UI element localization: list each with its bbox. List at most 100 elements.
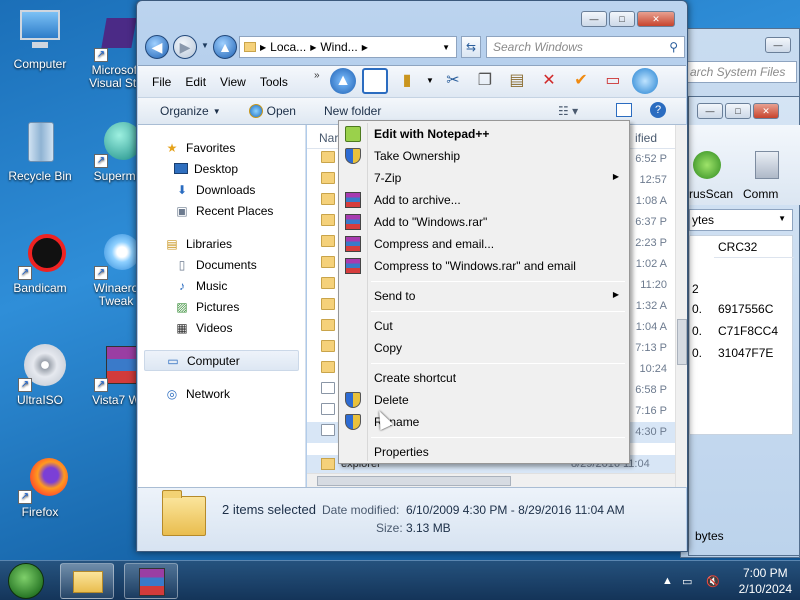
folder-icon bbox=[321, 235, 335, 247]
nav-recent-places[interactable]: ▣ Recent Places bbox=[138, 200, 305, 221]
nav-downloads[interactable]: ⬇ Downloads bbox=[138, 179, 305, 200]
breadcrumb-windows[interactable]: Wind... bbox=[320, 40, 357, 54]
background-window-checksum[interactable]: — □ ✕ rusScan Comm ytes ▼ CRC32 2 0. 0. … bbox=[688, 96, 800, 556]
desktop-icon-recycle-bin[interactable]: Recycle Bin bbox=[0, 120, 80, 183]
view-options-icon[interactable]: ☷ ▾ bbox=[558, 104, 578, 118]
copy-icon[interactable]: ❐ bbox=[472, 68, 498, 94]
up-button[interactable]: ▲ bbox=[213, 35, 237, 59]
forward-button[interactable]: ▶ bbox=[173, 35, 197, 59]
virusscan-icon[interactable] bbox=[693, 151, 721, 179]
paste-icon[interactable]: ▤ bbox=[504, 68, 530, 94]
folder-options-icon[interactable]: ▮ bbox=[394, 68, 420, 94]
menu-item-take-ownership[interactable]: Take Ownership bbox=[341, 145, 627, 167]
taskbar-explorer-button[interactable] bbox=[60, 563, 114, 599]
crc32-column-header[interactable]: CRC32 bbox=[714, 236, 794, 258]
menu-item-label: Properties bbox=[374, 445, 429, 459]
preview-pane-toggle-icon[interactable] bbox=[616, 103, 632, 117]
column-header-date-modified[interactable]: ified bbox=[635, 131, 657, 145]
recent-pages-dropdown[interactable]: ▼ bbox=[201, 41, 209, 50]
menu-item-send-to[interactable]: Send to ▶ bbox=[341, 285, 627, 307]
virusscan-label[interactable]: rusScan bbox=[689, 187, 733, 201]
open-button[interactable]: Open bbox=[248, 104, 296, 118]
menu-item-copy[interactable]: Copy bbox=[341, 337, 627, 359]
properties-icon[interactable]: ▭ bbox=[600, 68, 626, 94]
units-select[interactable]: ytes ▼ bbox=[689, 209, 793, 231]
chevron-down-icon[interactable]: ▼ bbox=[442, 43, 450, 52]
menu-tools[interactable]: Tools bbox=[260, 75, 288, 89]
menu-item-compress-and-email[interactable]: Compress and email... bbox=[341, 233, 627, 255]
menu-file[interactable]: File bbox=[152, 75, 171, 89]
nav-computer[interactable]: ▭ Computer bbox=[144, 350, 299, 371]
winaero-tweaker-icon: ↗ bbox=[92, 232, 140, 280]
desktop-icon-computer[interactable]: Computer bbox=[0, 8, 80, 71]
documents-icon: ▯ bbox=[178, 257, 186, 272]
vertical-scrollbar[interactable] bbox=[675, 125, 687, 487]
cut-icon[interactable]: ✂ bbox=[440, 68, 466, 94]
search-input[interactable]: Search Windows ⚲ bbox=[486, 36, 685, 58]
menu-item-create-shortcut[interactable]: Create shortcut bbox=[341, 367, 627, 389]
scrollbar-thumb[interactable] bbox=[677, 319, 687, 365]
up-folder-icon[interactable]: ▲ bbox=[330, 68, 356, 94]
menu-item-properties[interactable]: Properties bbox=[341, 441, 627, 463]
menu-item-add-to-archive[interactable]: Add to archive... bbox=[341, 189, 627, 211]
start-button[interactable] bbox=[8, 563, 44, 599]
menu-item-add-to-windows-rar[interactable]: Add to "Windows.rar" bbox=[341, 211, 627, 233]
computer-icon: ▭ bbox=[167, 353, 179, 368]
address-bar[interactable]: ▶ Loca... ▶ Wind... ▶ ▼ bbox=[239, 36, 457, 58]
nav-pictures[interactable]: ▨ Pictures bbox=[138, 296, 305, 317]
checkmark-icon[interactable]: ✔ bbox=[568, 68, 594, 94]
comm-icon[interactable] bbox=[755, 151, 779, 179]
preview-pane-icon[interactable] bbox=[362, 68, 388, 94]
help-icon[interactable]: ? bbox=[650, 102, 666, 118]
minimize-button[interactable]: — bbox=[581, 11, 607, 27]
folder-icon bbox=[73, 571, 103, 593]
nav-network[interactable]: ◎ Network bbox=[138, 383, 305, 404]
toolbar-overflow-icon[interactable]: » bbox=[314, 70, 320, 81]
show-hidden-icons-button[interactable]: ▲ bbox=[662, 575, 673, 587]
nav-videos[interactable]: ▦ Videos bbox=[138, 317, 305, 338]
column-header-name[interactable]: Nar bbox=[319, 131, 338, 145]
menu-item-label: Add to "Windows.rar" bbox=[374, 215, 488, 229]
volume-muted-icon[interactable]: 🔇 bbox=[706, 575, 720, 588]
desktop-icon-firefox[interactable]: ↗ Firefox bbox=[0, 456, 80, 519]
breadcrumb-local-disk[interactable]: Loca... bbox=[270, 40, 306, 54]
search-input[interactable]: arch System Files bbox=[687, 61, 797, 83]
close-button[interactable]: ✕ bbox=[637, 11, 675, 27]
clock[interactable]: 7:00 PM 2/10/2024 bbox=[739, 565, 792, 597]
desktop-icon-ultraiso[interactable]: ↗ UltraISO bbox=[0, 344, 80, 407]
chevron-down-icon[interactable]: ▼ bbox=[426, 68, 434, 94]
delete-icon[interactable]: ✕ bbox=[536, 68, 562, 94]
refresh-button[interactable]: ⇆ bbox=[461, 36, 481, 58]
shortcut-arrow-icon: ↗ bbox=[94, 378, 108, 392]
menu-item-7zip[interactable]: 7-Zip ▶ bbox=[341, 167, 627, 189]
horizontal-scrollbar[interactable] bbox=[307, 473, 675, 487]
nav-documents[interactable]: ▯ Documents bbox=[138, 254, 305, 275]
network-tray-icon[interactable]: ▭ bbox=[682, 575, 692, 588]
maximize-button[interactable]: □ bbox=[725, 103, 751, 119]
menu-separator bbox=[371, 437, 625, 438]
taskbar-winrar-button[interactable] bbox=[124, 563, 178, 599]
date-modified-value: 6/10/2009 4:30 PM - 8/29/2016 11:04 AM bbox=[406, 503, 625, 517]
minimize-button[interactable]: — bbox=[697, 103, 723, 119]
comm-label[interactable]: Comm bbox=[743, 187, 778, 201]
menu-item-cut[interactable]: Cut bbox=[341, 315, 627, 337]
nav-desktop[interactable]: Desktop bbox=[138, 158, 305, 179]
menu-view[interactable]: View bbox=[220, 75, 246, 89]
desktop-icon-bandicam[interactable]: ↗ Bandicam bbox=[0, 232, 80, 295]
organize-button[interactable]: Organize ▼ bbox=[160, 104, 221, 118]
folder-icon bbox=[321, 277, 335, 289]
menu-edit[interactable]: Edit bbox=[185, 75, 206, 89]
search-globe-icon[interactable] bbox=[631, 68, 658, 94]
maximize-button[interactable]: □ bbox=[609, 11, 635, 27]
menu-item-compress-to-rar-and-email[interactable]: Compress to "Windows.rar" and email bbox=[341, 255, 627, 277]
close-button[interactable]: ✕ bbox=[753, 103, 779, 119]
nav-music[interactable]: ♪ Music bbox=[138, 275, 305, 296]
nav-libraries[interactable]: ▤ Libraries bbox=[138, 233, 305, 254]
search-placeholder: Search Windows bbox=[493, 40, 583, 54]
nav-favorites[interactable]: ★ Favorites bbox=[138, 137, 305, 158]
back-button[interactable]: ◀ bbox=[145, 35, 169, 59]
menu-item-edit-with-notepad[interactable]: Edit with Notepad++ bbox=[341, 123, 627, 145]
minimize-button[interactable]: — bbox=[765, 37, 791, 53]
scrollbar-thumb[interactable] bbox=[317, 476, 511, 486]
new-folder-button[interactable]: New folder bbox=[324, 104, 381, 118]
